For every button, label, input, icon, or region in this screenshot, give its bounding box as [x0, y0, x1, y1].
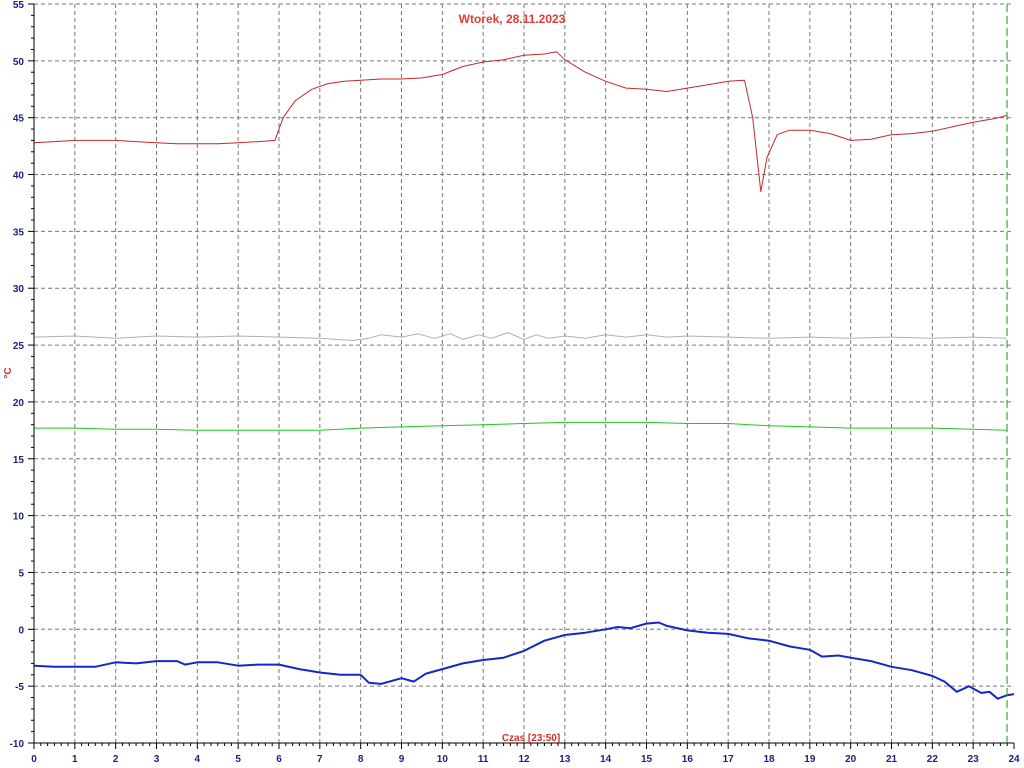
x-tick-label: 12: [518, 754, 530, 765]
y-tick-label: 10: [13, 512, 25, 523]
x-tick-label: 18: [763, 754, 775, 765]
x-axis-label: Czas [23:50]: [502, 733, 560, 744]
x-tick-label: 16: [682, 754, 694, 765]
x-tick-label: 20: [845, 754, 857, 765]
x-tick-label: 13: [559, 754, 571, 765]
x-tick-label: 14: [600, 754, 612, 765]
y-tick-label: 50: [13, 57, 25, 68]
x-tick-label: 23: [968, 754, 980, 765]
y-tick-label: 15: [13, 455, 25, 466]
x-tick-label: 6: [276, 754, 282, 765]
x-tick-label: 9: [399, 754, 405, 765]
y-tick-label: 20: [13, 398, 25, 409]
y-tick-label: 0: [18, 625, 24, 636]
x-tick-label: 10: [437, 754, 449, 765]
x-tick-label: 2: [113, 754, 119, 765]
y-tick-label: -10: [10, 739, 25, 750]
x-tick-label: 19: [804, 754, 816, 765]
y-tick-label: 5: [18, 568, 24, 579]
y-tick-label: 55: [13, 0, 25, 11]
y-tick-label: 40: [13, 171, 25, 182]
x-tick-label: 3: [154, 754, 160, 765]
y-tick-label: 35: [13, 227, 25, 238]
x-tick-label: 7: [317, 754, 323, 765]
x-tick-label: 1: [72, 754, 78, 765]
x-tick-label: 24: [1008, 754, 1020, 765]
x-tick-label: 22: [927, 754, 939, 765]
x-tick-label: 0: [31, 754, 37, 765]
y-tick-label: 25: [13, 341, 25, 352]
y-axis-unit: °C: [3, 367, 14, 378]
x-tick-label: 11: [478, 754, 489, 765]
x-tick-label: 5: [235, 754, 241, 765]
y-tick-label: 45: [13, 114, 25, 125]
chart-title: Wtorek, 28.11.2023: [459, 12, 566, 26]
x-tick-label: 4: [195, 754, 201, 765]
x-tick-label: 8: [358, 754, 364, 765]
x-tick-label: 15: [641, 754, 653, 765]
y-tick-label: 30: [13, 284, 25, 295]
y-tick-label: -5: [15, 682, 24, 693]
x-tick-label: 17: [723, 754, 735, 765]
chart-background: [0, 0, 1024, 768]
temperature-chart: -10-505101520253035404550550 1 2 3 4 5 6 7 8 9 10 1…: [0, 0, 1024, 768]
x-tick-label: 21: [886, 754, 898, 765]
